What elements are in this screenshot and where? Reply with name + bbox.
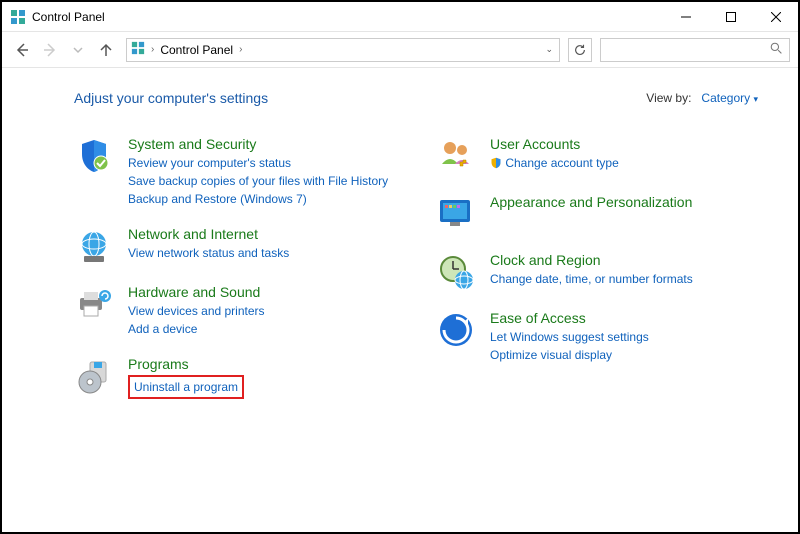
people-icon xyxy=(436,136,476,176)
category-hardware: Hardware and Sound View devices and prin… xyxy=(74,284,396,338)
printer-icon xyxy=(74,284,114,324)
category-link[interactable]: Let Windows suggest settings xyxy=(490,328,649,346)
category-link-row: Change account type xyxy=(490,156,619,170)
category-title[interactable]: User Accounts xyxy=(490,136,619,152)
page-heading: Adjust your computer's settings xyxy=(74,90,268,106)
control-panel-icon xyxy=(131,41,145,58)
category-appearance: Appearance and Personalization xyxy=(436,194,758,234)
category-link[interactable]: View network status and tasks xyxy=(128,244,289,262)
minimize-button[interactable] xyxy=(663,2,708,32)
category-link[interactable]: View devices and printers xyxy=(128,302,265,320)
navbar: › Control Panel › ⌄ xyxy=(2,32,798,68)
window-title: Control Panel xyxy=(32,10,105,24)
ease-of-access-icon xyxy=(436,310,476,350)
category-clock: Clock and Region Change date, time, or n… xyxy=(436,252,758,292)
chevron-down-icon[interactable]: ▾ xyxy=(753,94,758,104)
category-system-security: System and Security Review your computer… xyxy=(74,136,396,208)
breadcrumb-item[interactable]: Control Panel xyxy=(160,43,233,57)
category-link-uninstall[interactable]: Uninstall a program xyxy=(134,380,238,394)
globe-icon xyxy=(74,226,114,266)
category-programs: Programs Uninstall a program xyxy=(74,356,396,399)
view-by-value[interactable]: Category xyxy=(701,91,750,105)
search-icon xyxy=(770,42,783,58)
close-button[interactable] xyxy=(753,2,798,32)
category-link[interactable]: Change account type xyxy=(505,156,618,170)
category-user-accounts: User Accounts Change account type xyxy=(436,136,758,176)
search-input[interactable] xyxy=(600,38,790,62)
chevron-right-icon[interactable]: › xyxy=(239,44,242,55)
recent-locations-button[interactable] xyxy=(66,38,90,62)
up-button[interactable] xyxy=(94,38,118,62)
category-title[interactable]: Ease of Access xyxy=(490,310,649,326)
category-title[interactable]: Clock and Region xyxy=(490,252,693,268)
category-title[interactable]: Hardware and Sound xyxy=(128,284,265,300)
titlebar: Control Panel xyxy=(2,2,798,32)
category-link[interactable]: Change date, time, or number formats xyxy=(490,270,693,288)
category-link[interactable]: Add a device xyxy=(128,320,265,338)
back-button[interactable] xyxy=(10,38,34,62)
refresh-button[interactable] xyxy=(568,38,592,62)
category-title[interactable]: Appearance and Personalization xyxy=(490,194,692,210)
category-ease-of-access: Ease of Access Let Windows suggest setti… xyxy=(436,310,758,364)
chevron-right-icon[interactable]: › xyxy=(151,44,154,55)
disc-icon xyxy=(74,356,114,396)
monitor-icon xyxy=(436,194,476,234)
content-area: Adjust your computer's settings View by:… xyxy=(2,68,798,437)
category-network: Network and Internet View network status… xyxy=(74,226,396,266)
shield-small-icon xyxy=(490,157,502,169)
category-title[interactable]: Programs xyxy=(128,356,244,372)
category-link[interactable]: Optimize visual display xyxy=(490,346,649,364)
category-link[interactable]: Review your computer's status xyxy=(128,154,388,172)
forward-button[interactable] xyxy=(38,38,62,62)
control-panel-icon xyxy=(10,9,26,25)
view-by-label: View by: xyxy=(646,91,691,105)
view-by-control[interactable]: View by: Category ▾ xyxy=(646,91,758,105)
highlighted-link: Uninstall a program xyxy=(128,375,244,399)
clock-icon xyxy=(436,252,476,292)
category-title[interactable]: Network and Internet xyxy=(128,226,289,242)
category-title[interactable]: System and Security xyxy=(128,136,388,152)
category-link[interactable]: Backup and Restore (Windows 7) xyxy=(128,190,388,208)
shield-icon xyxy=(74,136,114,176)
maximize-button[interactable] xyxy=(708,2,753,32)
address-dropdown-icon[interactable]: ⌄ xyxy=(545,44,555,55)
address-bar[interactable]: › Control Panel › ⌄ xyxy=(126,38,560,62)
category-link[interactable]: Save backup copies of your files with Fi… xyxy=(128,172,388,190)
